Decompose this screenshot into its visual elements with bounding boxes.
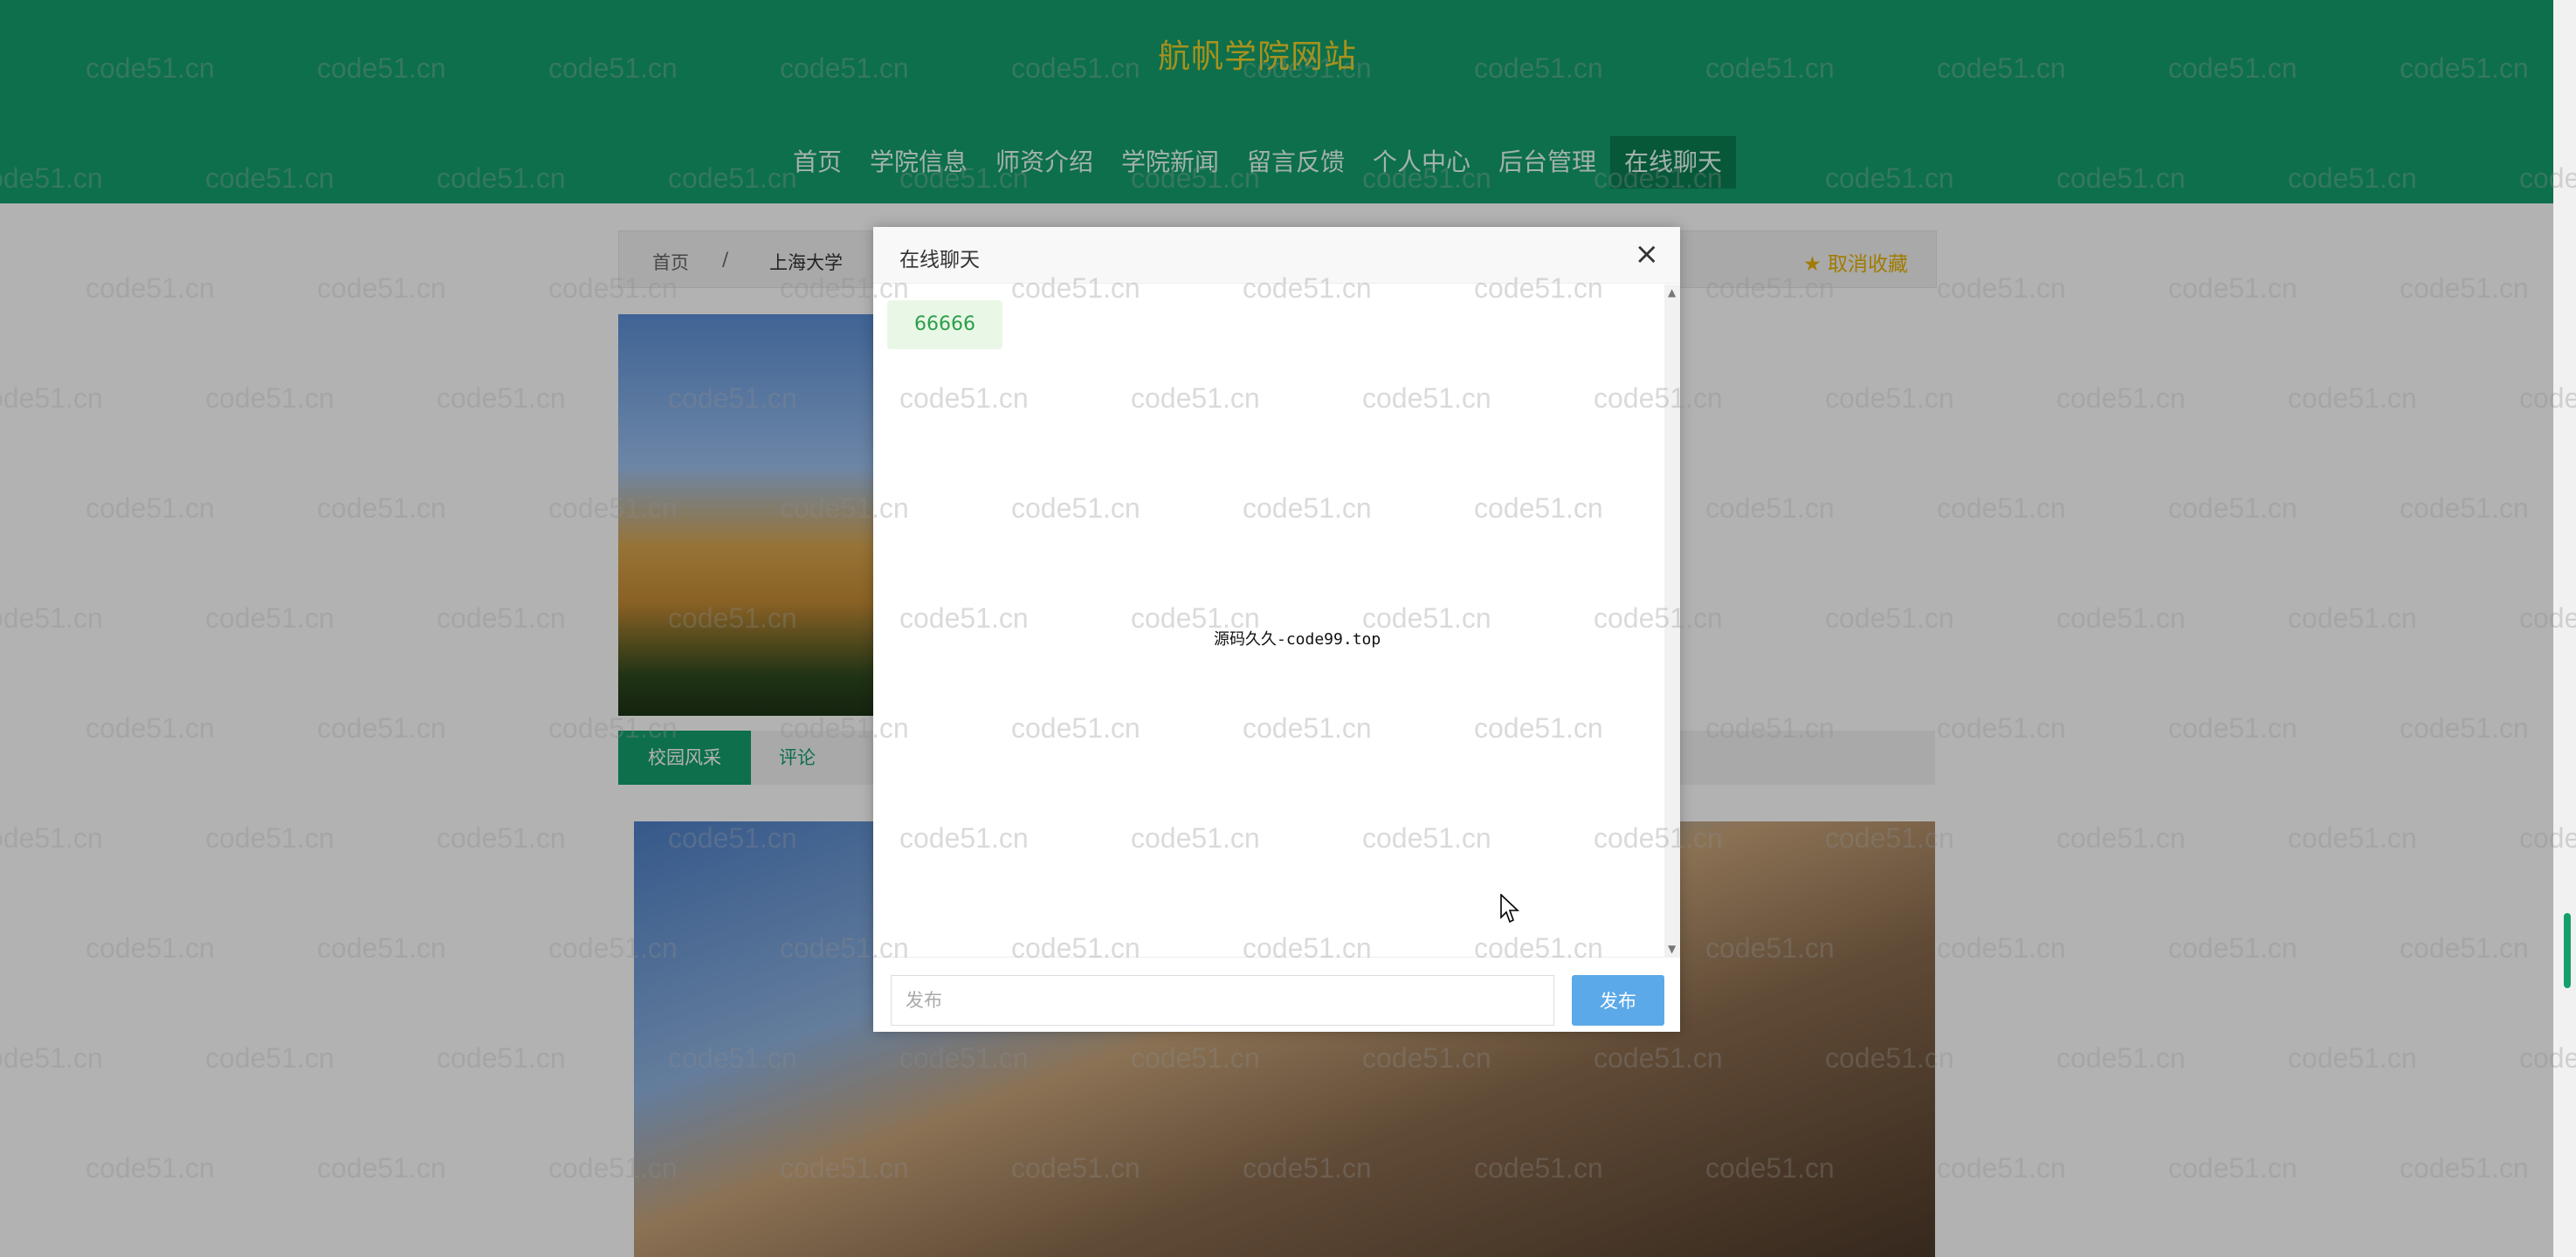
dialog-footer: 发布 — [873, 957, 1680, 1033]
scroll-up-arrow-icon[interactable]: ▲ — [1668, 286, 1676, 299]
scroll-down-arrow-icon[interactable]: ▼ — [1668, 943, 1676, 955]
chat-scrollbar[interactable]: ▲ ▼ — [1664, 285, 1680, 957]
source-watermark-text: 源码久久-code99.top — [1214, 630, 1381, 649]
close-icon[interactable]: × — [1635, 239, 1660, 269]
page-scroll-thumb[interactable] — [2564, 913, 2571, 988]
chat-input[interactable] — [891, 975, 1554, 1026]
chat-message: 66666 — [887, 300, 1002, 349]
chat-messages: 66666 — [873, 285, 1664, 957]
dialog-title: 在线聊天 — [899, 249, 980, 271]
send-button[interactable]: 发布 — [1572, 975, 1664, 1026]
mouse-cursor-icon — [1500, 894, 1519, 924]
page-scrollbar[interactable] — [2553, 0, 2576, 1257]
dialog-header: 在线聊天 × — [873, 227, 1680, 284]
